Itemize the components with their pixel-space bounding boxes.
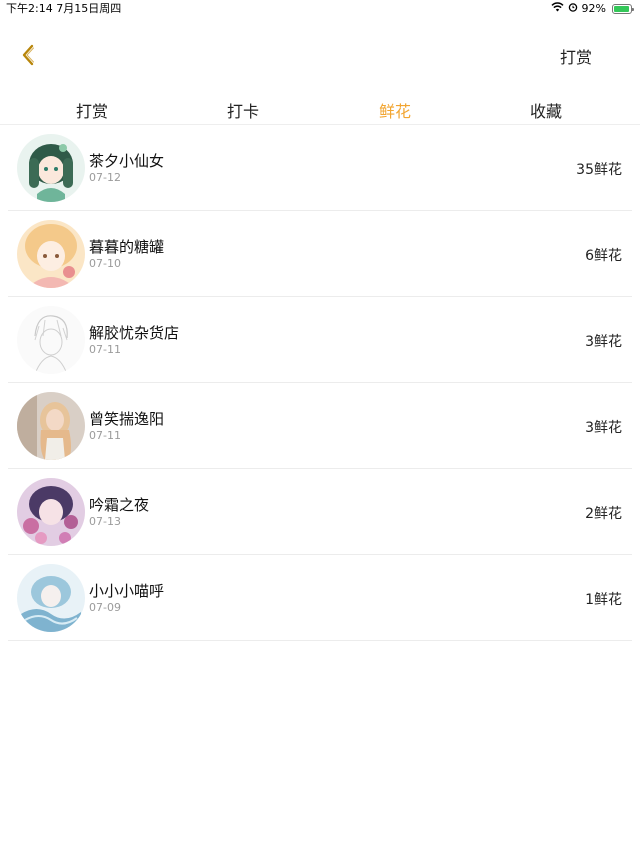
- avatar: [17, 478, 85, 546]
- item-date: 07-13: [89, 515, 121, 528]
- item-date: 07-09: [89, 601, 121, 614]
- flower-count: 3鲜花: [585, 420, 622, 436]
- user-name: 解胶忧杂货店: [89, 324, 180, 342]
- list-item[interactable]: 暮暮的糖罐 07-10 6鲜花: [8, 211, 632, 297]
- nav-bar: 打赏: [0, 30, 640, 80]
- user-name: 茶夕小仙女: [89, 152, 165, 170]
- flower-list: 茶夕小仙女 07-12 35鲜花 暮暮的糖罐 07-10 6鲜花 解胶忧杂货店 …: [0, 125, 640, 641]
- list-item[interactable]: 小小小喵呼 07-09 1鲜花: [8, 555, 632, 641]
- list-item[interactable]: 吟霜之夜 07-13 2鲜花: [8, 469, 632, 555]
- alarm-icon: [568, 0, 578, 18]
- user-name: 吟霜之夜: [89, 496, 150, 514]
- battery-percent: 92%: [581, 2, 606, 15]
- list-item[interactable]: 解胶忧杂货店 07-11 3鲜花: [8, 297, 632, 383]
- status-right: 92%: [551, 0, 634, 18]
- tab-reward[interactable]: 打赏: [52, 98, 132, 122]
- item-date: 07-12: [89, 171, 121, 184]
- list-item[interactable]: 茶夕小仙女 07-12 35鲜花: [8, 125, 632, 211]
- user-name: 暮暮的糖罐: [89, 238, 165, 256]
- flower-count: 6鲜花: [585, 248, 622, 264]
- avatar: [17, 392, 85, 460]
- tab-flowers[interactable]: 鲜花: [355, 98, 435, 122]
- tab-bar: 打赏 打卡 鲜花 收藏: [0, 90, 640, 125]
- back-button[interactable]: [14, 40, 44, 70]
- status-bar: 下午2:14 7月15日周四 92%: [0, 0, 640, 18]
- flower-count: 35鲜花: [576, 162, 622, 178]
- wifi-icon: [551, 0, 564, 18]
- tab-favorites[interactable]: 收藏: [506, 98, 586, 122]
- battery-icon: [612, 4, 634, 14]
- item-date: 07-10: [89, 257, 121, 270]
- flower-count: 2鲜花: [585, 506, 622, 522]
- item-date: 07-11: [89, 343, 121, 356]
- avatar: [17, 134, 85, 202]
- list-item[interactable]: 曾笑揣逸阳 07-11 3鲜花: [8, 383, 632, 469]
- flower-count: 3鲜花: [585, 334, 622, 350]
- flower-count: 1鲜花: [585, 592, 622, 608]
- avatar: [17, 220, 85, 288]
- reward-button[interactable]: 打赏: [560, 44, 592, 68]
- tab-checkin[interactable]: 打卡: [203, 98, 283, 122]
- item-date: 07-11: [89, 429, 121, 442]
- avatar: [17, 564, 85, 632]
- avatar: [17, 306, 85, 374]
- user-name: 曾笑揣逸阳: [89, 410, 165, 428]
- chevron-left-icon: [22, 44, 34, 66]
- user-name: 小小小喵呼: [89, 582, 165, 600]
- status-time-date: 下午2:14 7月15日周四: [6, 2, 122, 15]
